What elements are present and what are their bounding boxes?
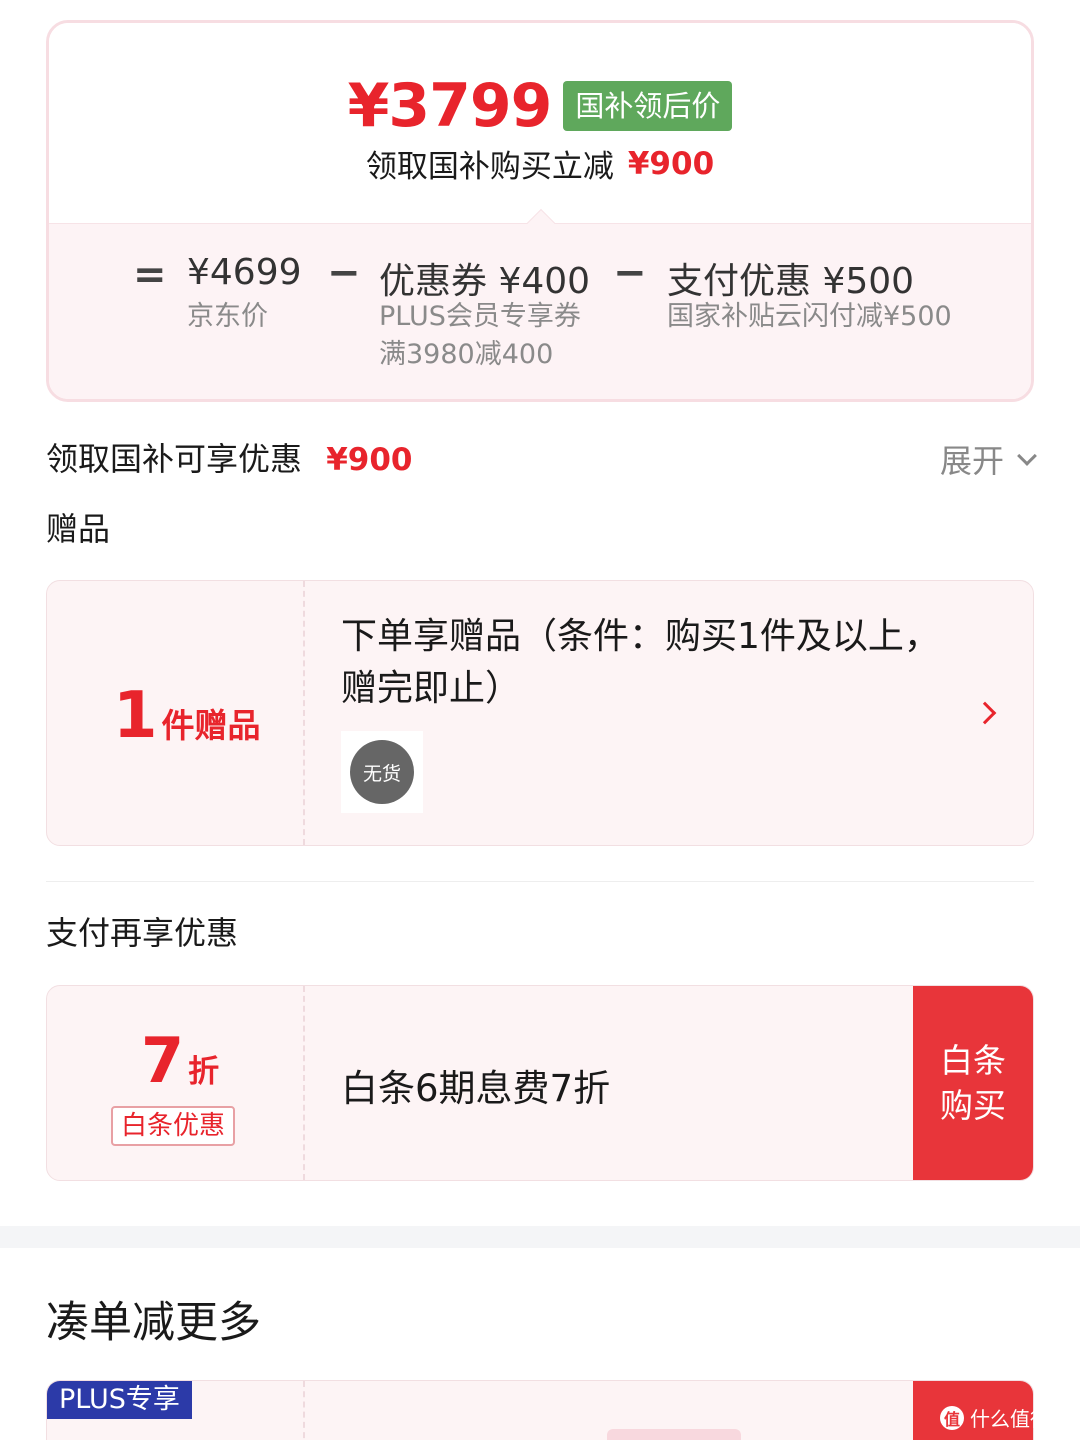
smzdm-logo-icon: 值	[940, 1405, 964, 1430]
price-breakdown: = ¥4699 京东价 − 优惠券 ¥400 PLUS会员专享券 满3980减4…	[49, 223, 1031, 399]
discount-value: 7 折	[141, 1028, 219, 1094]
payment-discount-desc: 国家补贴云闪付减¥500	[667, 301, 952, 332]
baitiao-discount-tag: 白条优惠	[111, 1106, 236, 1146]
plus-coupon-value-panel: PLUS专享	[47, 1381, 305, 1440]
gift-count-panel: 1 件赠品	[47, 581, 305, 845]
final-price-row: ¥3799 国补领后价	[49, 71, 1031, 141]
price-summary-top: ¥3799 国补领后价 领取国补购买立减 ¥900	[49, 23, 1031, 223]
watermark-text: 什么值得买	[970, 1407, 1070, 1431]
jd-price: ¥4699	[187, 252, 302, 293]
out-of-stock-badge: 无货	[350, 740, 414, 804]
plus-exclusive-badge: PLUS专享	[47, 1381, 192, 1419]
payment-discount: 支付优惠 ¥500	[667, 261, 915, 302]
minus-sign: −	[613, 250, 647, 296]
subsidy-price-tag: 国补领后价	[563, 81, 733, 131]
subsidy-benefit-amount: ¥900	[326, 442, 413, 478]
discount-number: 7	[141, 1024, 185, 1097]
baitiao-buy-label: 白条购买	[940, 1041, 1006, 1125]
bundle-section-title: 凑单减更多	[46, 1298, 261, 1348]
gift-card[interactable]: 1 件赠品 下单享赠品（条件：购买1件及以上，赠完即止） 无货	[46, 580, 1034, 846]
subsidy-saving-amount: ¥900	[627, 145, 715, 182]
payment-offer-section-title: 支付再享优惠	[46, 914, 239, 952]
coupon-condition: 满3980减400	[379, 339, 554, 370]
plus-coupon-card[interactable]: PLUS专享	[46, 1380, 1034, 1440]
subsidy-saving-row: 领取国补购买立减 ¥900	[49, 141, 1031, 186]
baitiao-buy-button[interactable]: 白条购买	[913, 986, 1033, 1180]
expand-button[interactable]: 展开	[939, 436, 1037, 482]
section-divider	[46, 881, 1034, 882]
jd-price-label: 京东价	[187, 301, 268, 332]
watermark: 值 什么值得买	[940, 1403, 1070, 1432]
equals-sign: =	[133, 252, 167, 298]
subsidy-benefit-label: 领取国补可享优惠	[46, 440, 303, 478]
section-separator	[0, 1226, 1080, 1248]
payment-offer-title: 白条6期息费7折	[341, 1067, 611, 1110]
gift-count-number: 1	[113, 679, 158, 753]
gift-count: 1 件赠品	[113, 681, 261, 751]
final-price: ¥3799	[347, 71, 553, 141]
chevron-right-icon[interactable]	[973, 701, 997, 725]
discount-panel: 7 折 白条优惠	[47, 986, 305, 1180]
coupon-desc: PLUS会员专享券	[379, 301, 581, 332]
coupon-amount: 优惠券 ¥400	[379, 261, 591, 302]
minus-sign: −	[327, 250, 361, 296]
coupon-tag	[607, 1429, 741, 1440]
expand-label: 展开	[939, 442, 1004, 480]
gifts-section-title: 赠品	[46, 510, 111, 548]
subsidy-saving-text: 领取国补购买立减	[365, 149, 614, 185]
discount-unit: 折	[188, 1054, 220, 1090]
gift-thumbnail[interactable]: 无货	[341, 731, 423, 813]
gift-title: 下单享赠品（条件：购买1件及以上，赠完即止）	[341, 616, 940, 709]
gift-count-unit: 件赠品	[161, 706, 261, 745]
chevron-down-icon	[1017, 446, 1037, 466]
price-summary-card: ¥3799 国补领后价 领取国补购买立减 ¥900 = ¥4699 京东价 − …	[46, 20, 1034, 402]
subsidy-benefit-row: 领取国补可享优惠 ¥900	[46, 434, 412, 480]
payment-offer-card: 7 折 白条优惠 白条6期息费7折 白条购买	[46, 985, 1034, 1181]
